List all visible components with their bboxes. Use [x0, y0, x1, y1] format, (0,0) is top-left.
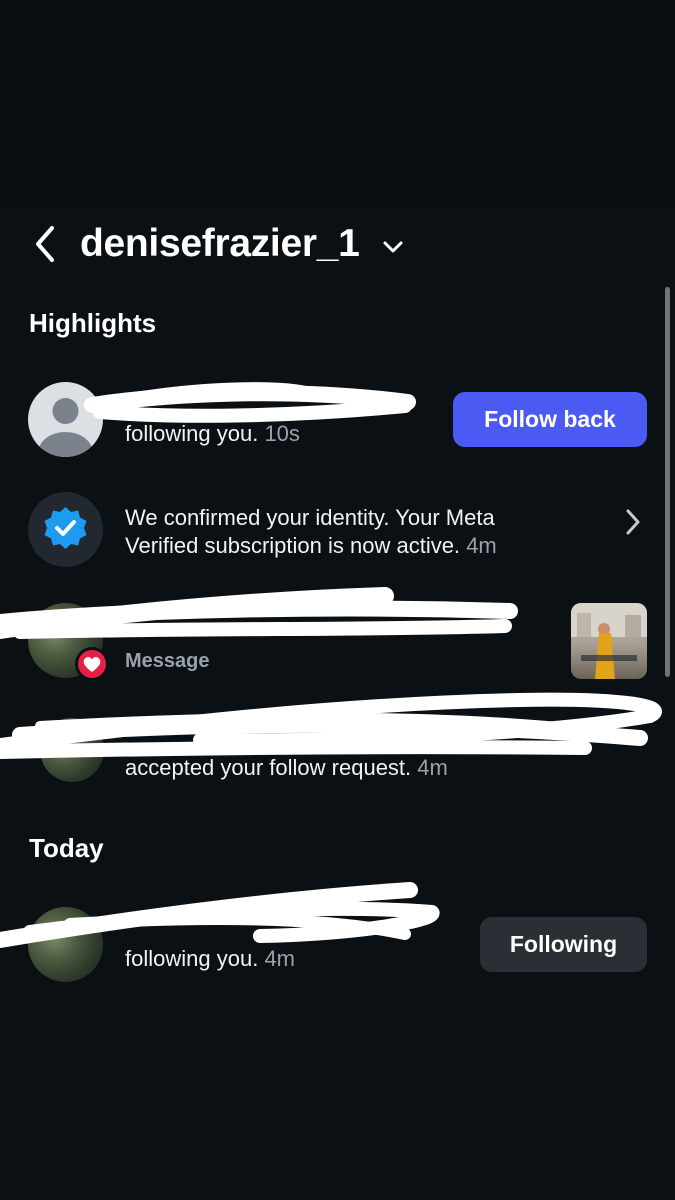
notification-time: 10s	[264, 421, 300, 446]
notification-text: accepted your follow request. 4m	[125, 754, 448, 782]
status-bar-area	[0, 0, 675, 210]
notification-message-line2: Verified subscription is now active.	[125, 533, 461, 558]
account-username[interactable]: denisefrazier_1	[80, 220, 360, 268]
chevron-right-icon[interactable]	[624, 507, 642, 537]
scrollbar[interactable]	[665, 287, 670, 677]
avatar[interactable]	[28, 907, 103, 982]
notification-row-follow[interactable]: following you. 10s Follow back	[0, 382, 675, 462]
notification-row-follow[interactable]: following you. 4m Following	[0, 907, 675, 987]
follow-back-button[interactable]: Follow back	[453, 392, 647, 447]
notification-row-like[interactable]: Message	[0, 603, 675, 683]
avatar[interactable]	[40, 718, 104, 782]
notification-message: following you.	[125, 421, 259, 446]
section-title-today: Today	[29, 833, 104, 863]
header: denisefrazier_1	[0, 215, 675, 277]
post-thumbnail[interactable]	[571, 603, 647, 679]
verified-badge-icon	[44, 507, 87, 549]
notification-message: following you.	[125, 946, 259, 971]
avatar[interactable]	[28, 382, 103, 457]
section-title-highlights: Highlights	[29, 308, 157, 338]
notification-time: 4m	[264, 946, 295, 971]
notification-text: following you. 10s	[125, 420, 300, 448]
notification-row-verified[interactable]: We confirmed your identity. Your Meta Ve…	[0, 492, 675, 572]
chevron-down-icon[interactable]	[382, 239, 404, 255]
notification-row-accepted[interactable]: accepted your follow request. 4m	[0, 714, 675, 794]
heart-badge	[75, 647, 109, 681]
default-avatar-icon	[38, 398, 93, 457]
notification-message: accepted your follow request.	[125, 755, 412, 780]
chevron-left-icon[interactable]	[30, 224, 62, 264]
following-button[interactable]: Following	[480, 917, 647, 972]
heart-icon	[83, 657, 101, 672]
notification-text: We confirmed your identity. Your Meta Ve…	[125, 504, 497, 560]
message-link[interactable]: Message	[125, 647, 210, 675]
notification-text: following you. 4m	[125, 945, 295, 973]
notification-time: 4m	[417, 755, 448, 780]
post-thumbnail-image	[571, 603, 647, 679]
notification-message-line1: We confirmed your identity. Your Meta	[125, 505, 495, 530]
verified-avatar	[28, 492, 103, 567]
notification-time: 4m	[466, 533, 497, 558]
